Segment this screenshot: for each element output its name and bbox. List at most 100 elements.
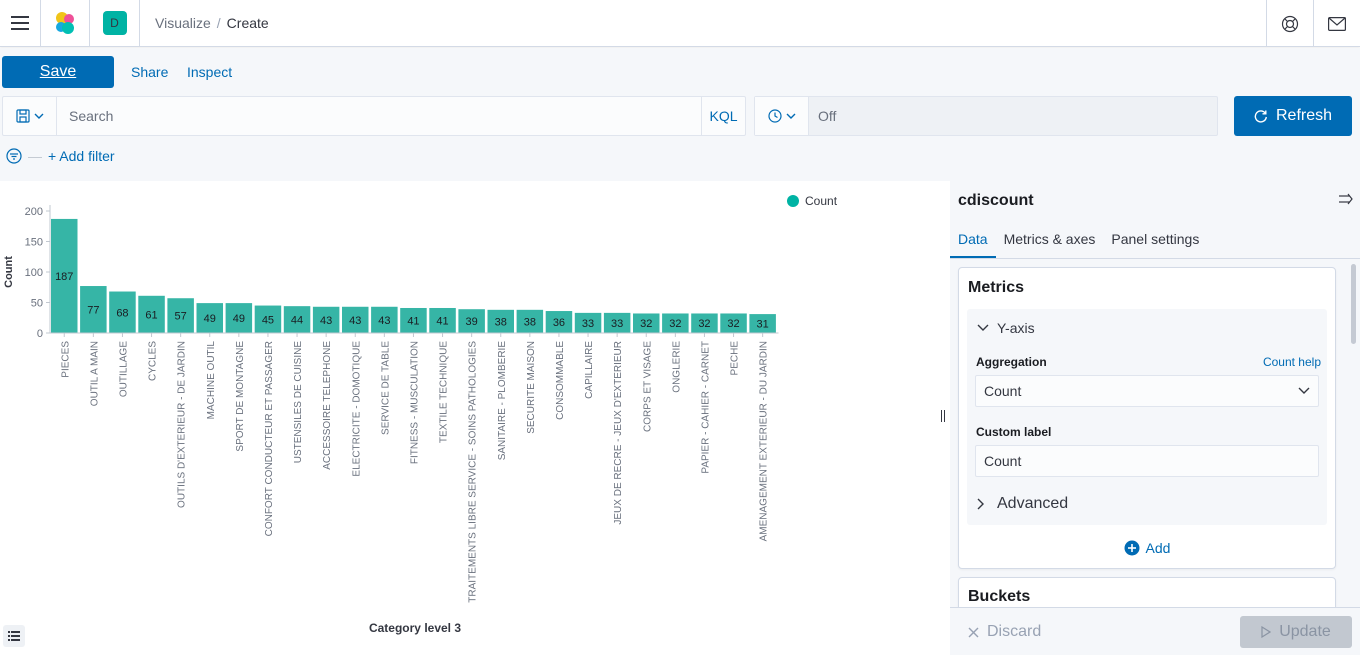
advanced-toggle[interactable]: Advanced bbox=[977, 495, 1068, 513]
aggregation-select[interactable]: Count bbox=[975, 375, 1319, 407]
y-tick-label: 0 bbox=[37, 328, 43, 340]
add-metric-button[interactable]: Add bbox=[959, 540, 1335, 556]
editor-scroll-area[interactable]: Metrics Y-axis Aggregation Count help Co… bbox=[950, 259, 1360, 607]
bar-value-label: 43 bbox=[349, 315, 361, 327]
header-right-actions bbox=[1266, 0, 1360, 47]
space-avatar: D bbox=[102, 11, 127, 35]
tab-metrics-axes[interactable]: Metrics & axes bbox=[996, 227, 1104, 258]
x-axis-title: Category level 3 bbox=[369, 621, 461, 635]
list-icon bbox=[8, 631, 20, 641]
index-pattern-title: cdiscount bbox=[958, 192, 1034, 209]
space-selector[interactable]: D bbox=[90, 0, 140, 47]
refresh-interval-value[interactable]: Off bbox=[809, 108, 836, 124]
update-button[interactable]: Update bbox=[1240, 616, 1352, 648]
x-tick-label: AMENAGEMENT EXTERIEUR - DU JARDIN bbox=[759, 341, 770, 541]
bar-value-label: 41 bbox=[407, 315, 419, 327]
inspect-link[interactable]: Inspect bbox=[187, 64, 232, 80]
bar-value-label: 32 bbox=[669, 318, 681, 330]
bar-value-label: 187 bbox=[55, 271, 73, 283]
chevron-right-icon bbox=[977, 498, 984, 510]
x-tick-label: MACHINE OUTIL bbox=[206, 341, 217, 420]
home-logo-link[interactable] bbox=[41, 0, 90, 47]
x-tick-label: PECHE bbox=[730, 341, 741, 376]
breadcrumb-separator: / bbox=[216, 15, 221, 31]
query-language-button[interactable]: KQL bbox=[701, 97, 745, 135]
metrics-title: Metrics bbox=[968, 279, 1025, 296]
custom-label-label: Custom label bbox=[976, 425, 1052, 439]
chevron-down-icon bbox=[34, 113, 43, 119]
chevron-down-icon bbox=[977, 324, 989, 331]
filter-bar: — + Add filter bbox=[6, 148, 115, 164]
aggregation-value: Count bbox=[984, 383, 1022, 399]
add-filter-button[interactable]: + Add filter bbox=[48, 148, 115, 164]
add-metric-label: Add bbox=[1145, 540, 1171, 556]
close-icon bbox=[968, 627, 979, 637]
x-tick-label: OUTILLAGE bbox=[118, 341, 129, 397]
chevron-down-icon bbox=[786, 113, 795, 119]
tab-data[interactable]: Data bbox=[950, 227, 996, 258]
bar-value-label: 77 bbox=[87, 305, 99, 317]
clock-icon bbox=[767, 109, 782, 123]
y-tick-label: 150 bbox=[25, 237, 43, 249]
filter-menu-icon[interactable] bbox=[6, 148, 22, 164]
bar-value-label: 44 bbox=[291, 315, 303, 327]
bar-value-label: 43 bbox=[378, 315, 390, 327]
search-input[interactable] bbox=[57, 97, 701, 135]
bar-value-label: 32 bbox=[727, 318, 739, 330]
menu-button[interactable] bbox=[0, 0, 41, 47]
refresh-icon bbox=[1254, 110, 1267, 123]
bar-value-label: 49 bbox=[233, 313, 245, 325]
yaxis-toggle[interactable]: Y-axis bbox=[977, 320, 1035, 336]
help-menu-button[interactable] bbox=[1266, 0, 1313, 47]
bar-value-label: 36 bbox=[553, 317, 565, 329]
breadcrumb-visualize[interactable]: Visualize bbox=[155, 15, 211, 31]
x-tick-label: PAPIER - CAHIER - CARNET bbox=[700, 341, 711, 474]
bar-value-label: 43 bbox=[320, 315, 332, 327]
discard-button[interactable]: Discard bbox=[968, 623, 1041, 641]
refresh-label: Refresh bbox=[1275, 107, 1333, 124]
bar-value-label: 57 bbox=[175, 311, 187, 323]
bar-value-label: 39 bbox=[466, 316, 478, 328]
panel-resize-handle[interactable] bbox=[940, 410, 946, 426]
breadcrumb-create: Create bbox=[226, 15, 269, 31]
bar-value-label: 45 bbox=[262, 314, 274, 326]
y-tick-label: 100 bbox=[25, 267, 43, 279]
metrics-panel: Metrics Y-axis Aggregation Count help Co… bbox=[958, 267, 1336, 569]
editor-footer: Discard Update bbox=[950, 607, 1360, 655]
help-lifebuoy-icon bbox=[1281, 15, 1299, 32]
bar-value-label: 31 bbox=[757, 319, 769, 331]
x-tick-label: FITNESS - MUSCULATION bbox=[409, 341, 420, 464]
x-tick-label: SERVICE DE TABLE bbox=[380, 341, 391, 435]
share-link[interactable]: Share bbox=[131, 64, 168, 80]
tab-panel-settings[interactable]: Panel settings bbox=[1103, 227, 1207, 258]
advanced-label: Advanced bbox=[997, 495, 1069, 512]
chevron-down-icon bbox=[1298, 387, 1310, 394]
save-button[interactable]: Save bbox=[2, 56, 114, 88]
refresh-button[interactable]: Refresh bbox=[1234, 96, 1352, 136]
saved-query-button[interactable] bbox=[3, 97, 57, 135]
y-axis-title: Count bbox=[3, 256, 15, 288]
hamburger-icon bbox=[11, 16, 29, 30]
collapse-sidebar-icon[interactable] bbox=[1338, 193, 1354, 205]
scrollbar-thumb[interactable] bbox=[1351, 264, 1356, 344]
custom-label-input[interactable] bbox=[975, 445, 1319, 477]
quick-menu-button[interactable] bbox=[755, 97, 809, 135]
bar-value-label: 38 bbox=[524, 316, 536, 328]
bar-value-label: 41 bbox=[436, 315, 448, 327]
x-tick-label: CONSOMMABLE bbox=[555, 341, 566, 420]
x-tick-label: PIECES bbox=[60, 341, 71, 378]
count-help-link[interactable]: Count help bbox=[1263, 355, 1321, 369]
x-tick-label: TEXTILE TECHNIQUE bbox=[439, 341, 450, 443]
x-tick-label: OUTILS D'EXTERIEUR - DE JARDIN bbox=[177, 341, 188, 508]
news-feed-button[interactable] bbox=[1313, 0, 1360, 47]
legend-toggle-button[interactable] bbox=[3, 625, 25, 647]
yaxis-agg-group: Y-axis Aggregation Count help Count Cust… bbox=[967, 309, 1327, 525]
x-tick-label: SPORT DE MONTAGNE bbox=[235, 341, 246, 452]
bar-value-label: 38 bbox=[495, 316, 507, 328]
bar-value-label: 68 bbox=[116, 307, 128, 319]
x-tick-label: CONFORT CONDUCTEUR ET PASSAGER bbox=[264, 341, 275, 536]
breadcrumb: Visualize / Create bbox=[140, 15, 269, 31]
bar-value-label: 32 bbox=[698, 318, 710, 330]
buckets-title: Buckets bbox=[968, 588, 1031, 605]
x-tick-label: CYCLES bbox=[148, 341, 159, 381]
